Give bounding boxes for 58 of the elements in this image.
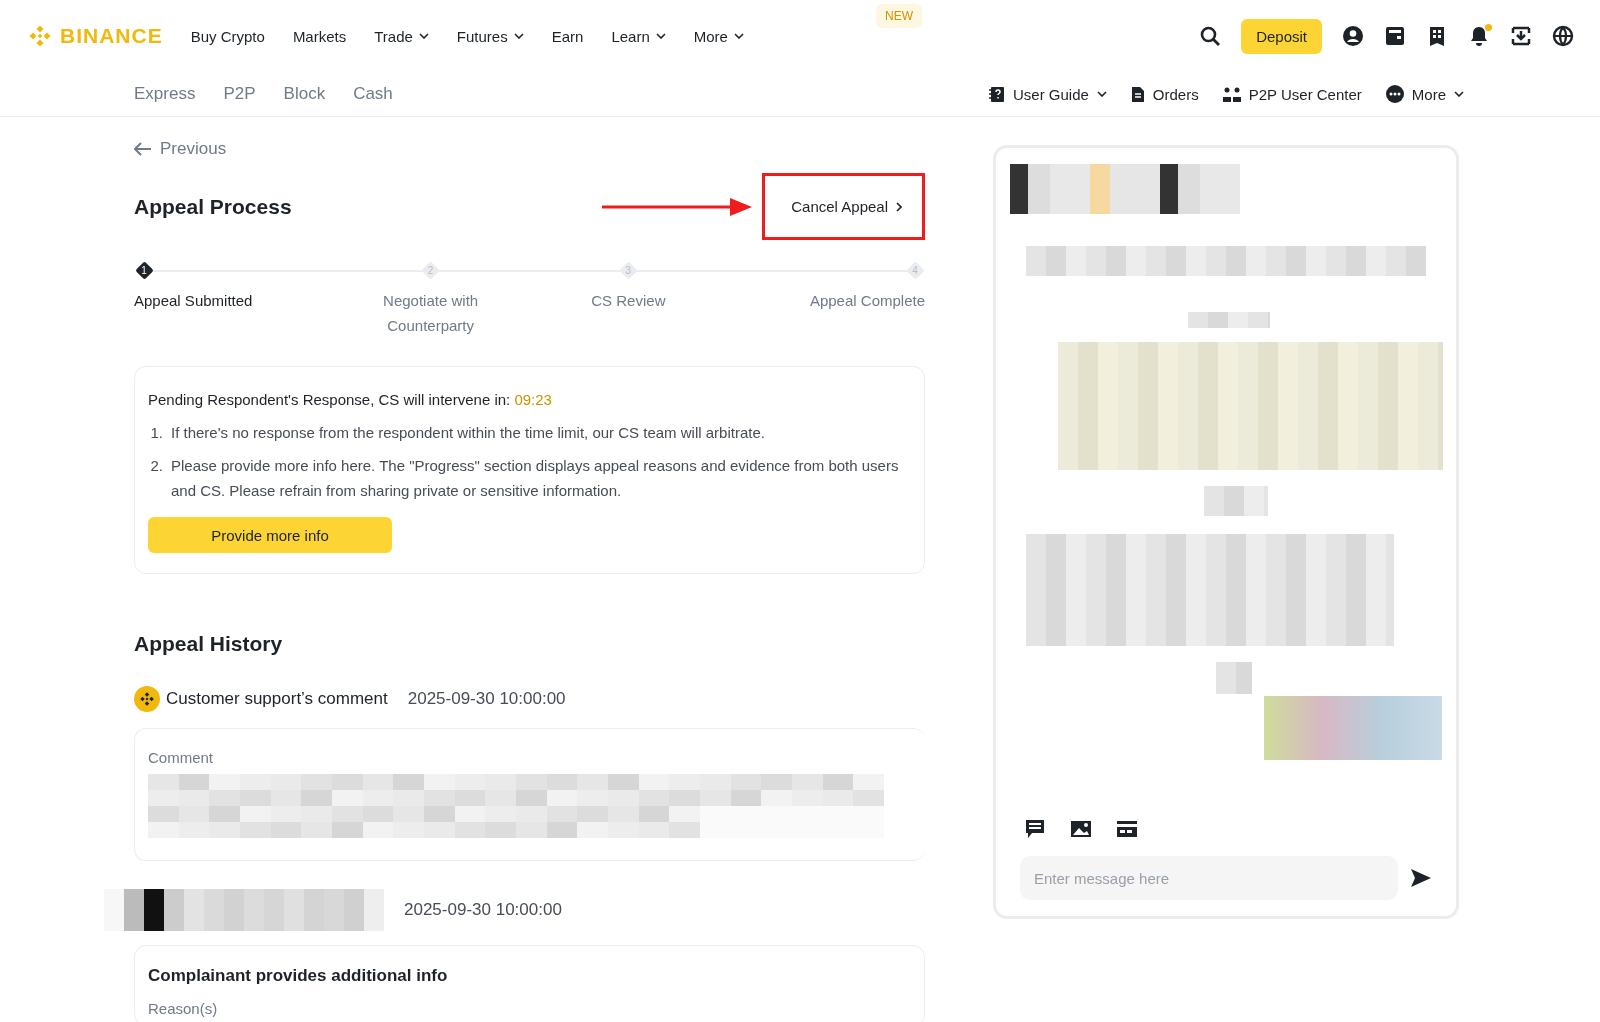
previous-link[interactable]: Previous <box>134 139 227 159</box>
send-icon[interactable] <box>1410 868 1432 888</box>
subnav-tab[interactable]: Block <box>283 84 326 104</box>
notice-heading: Pending Respondent's Response, CS will intervene in: 09:23 <box>148 391 553 408</box>
nav-link[interactable]: More <box>693 27 744 45</box>
new-badge: NEW <box>876 4 922 28</box>
more-icon <box>1385 85 1404 103</box>
provide-info-button[interactable]: Provide more info <box>148 517 392 553</box>
timestamp: 2025-09-30 10:00:00 <box>407 689 566 709</box>
notice-text: Please provide more info here. The "Progress" section displays appeal reasons and evidence from both users and CS. Please refrain from sharing private or sensitive information. <box>171 456 900 501</box>
image-icon[interactable] <box>1070 818 1092 840</box>
nav-link[interactable]: Learn <box>611 27 666 45</box>
countdown-timer: 09:23 <box>514 391 552 408</box>
nav-link[interactable]: Futures <box>456 27 524 45</box>
subnav-link[interactable]: User Guide <box>989 85 1107 103</box>
appeal-process-heading: Appeal Process <box>134 194 292 219</box>
appeal-history-heading: Appeal History <box>134 632 284 656</box>
subnav-link[interactable]: P2P User Center <box>1222 85 1362 103</box>
support-avatar-icon <box>134 686 160 712</box>
chevron-right-icon <box>896 201 902 212</box>
subnav-tab[interactable]: P2P <box>223 84 256 104</box>
list-number: 1. <box>149 423 163 443</box>
step-label: Negotiate with Counterparty <box>382 291 480 336</box>
book-icon <box>989 85 1005 103</box>
timestamp: 2025-09-30 10:00:00 <box>404 900 562 920</box>
step-label: Appeal Submitted <box>134 291 253 311</box>
card-title: Complainant provides additional info <box>148 966 449 986</box>
download-icon[interactable] <box>1510 25 1532 47</box>
nav-link[interactable]: Markets <box>292 27 347 45</box>
search-icon[interactable] <box>1199 25 1222 47</box>
arrow-left-icon <box>134 142 152 156</box>
subnav-tab[interactable]: Express <box>134 84 196 104</box>
document-icon <box>1130 85 1145 103</box>
list-number: 2. <box>149 456 163 476</box>
notice-text: If there's no response from the respondent within the time limit, our CS team will arbitrate. <box>171 423 765 443</box>
users-icon <box>1222 85 1241 103</box>
reason-label: Reason(s) <box>148 1000 219 1017</box>
card-icon[interactable] <box>1116 818 1138 840</box>
blurred-message <box>1216 662 1252 694</box>
globe-icon[interactable] <box>1552 25 1574 47</box>
subnav-link[interactable]: More <box>1385 85 1464 103</box>
wallet-icon[interactable] <box>1384 25 1406 47</box>
deposit-button[interactable]: Deposit <box>1241 18 1322 54</box>
comment-label: Comment <box>148 749 215 766</box>
cancel-appeal-button[interactable]: Cancel Appeal <box>762 173 925 240</box>
nav-link[interactable]: Trade <box>374 27 429 45</box>
message-input[interactable]: Enter message here <box>1020 856 1398 900</box>
comment-author: Customer support’s comment <box>166 689 388 709</box>
step-label: CS Review <box>590 291 667 311</box>
subnav-link[interactable]: Orders <box>1130 85 1199 103</box>
subnav-tab[interactable]: Cash <box>353 84 393 104</box>
step-label: Appeal Complete <box>809 291 925 311</box>
nav-link[interactable]: Earn <box>551 27 584 45</box>
bell-icon[interactable] <box>1468 25 1490 47</box>
message-icon[interactable] <box>1024 818 1046 840</box>
user-icon[interactable] <box>1342 25 1364 47</box>
blurred-message <box>1204 486 1268 516</box>
nav-link[interactable]: Buy Crypto <box>190 27 265 45</box>
